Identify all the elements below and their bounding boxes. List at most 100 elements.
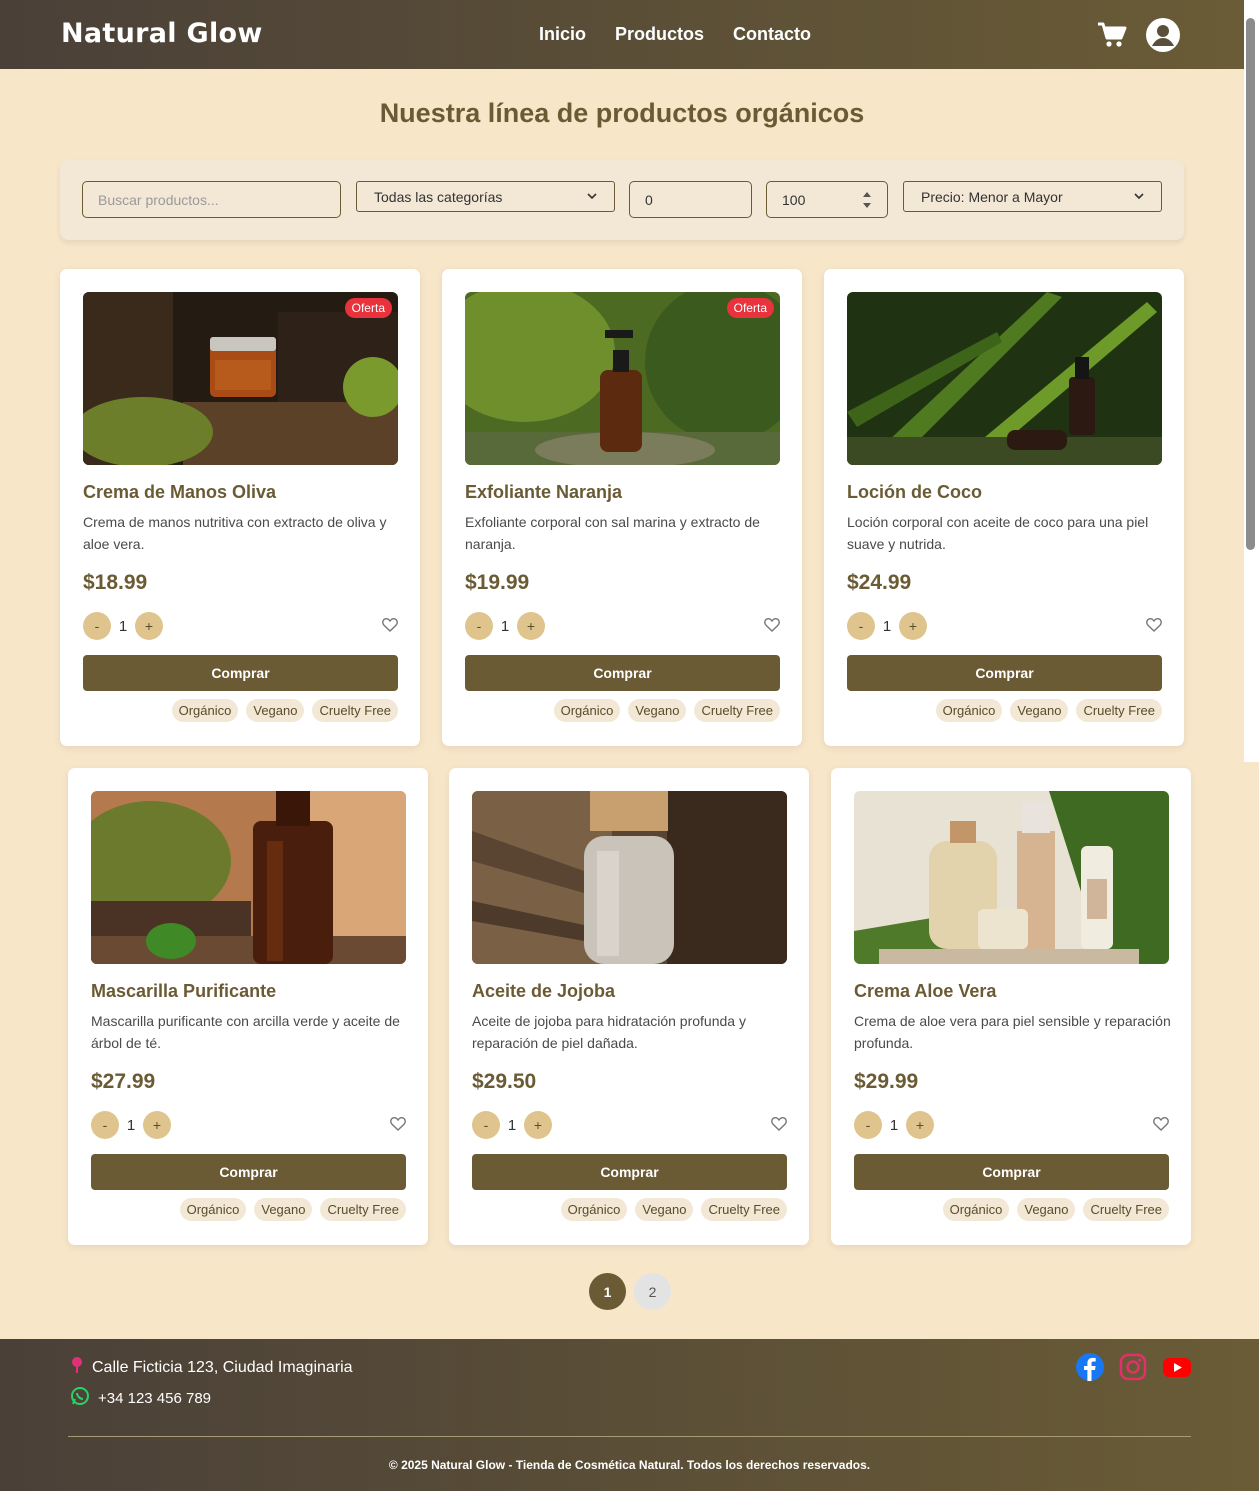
decrease-quantity-button[interactable]: - — [83, 612, 111, 640]
number-spinner-icon[interactable] — [862, 189, 872, 211]
product-image[interactable] — [472, 791, 787, 964]
quantity-stepper: - 1 + — [83, 612, 163, 640]
footer-divider — [68, 1436, 1191, 1437]
cart-icon[interactable] — [1097, 21, 1127, 54]
tag-organico: Orgánico — [179, 1198, 247, 1221]
increase-quantity-button[interactable]: + — [517, 612, 545, 640]
product-tags: Orgánico Vegano Cruelty Free — [935, 699, 1162, 722]
product-price: $27.99 — [91, 1070, 156, 1093]
buy-button[interactable]: Comprar — [83, 655, 398, 691]
buy-button[interactable]: Comprar — [854, 1154, 1169, 1190]
product-name[interactable]: Mascarilla Purificante — [91, 981, 276, 1002]
product-tags: Orgánico Vegano Cruelty Free — [553, 699, 780, 722]
buy-button[interactable]: Comprar — [847, 655, 1162, 691]
product-name[interactable]: Crema de Manos Oliva — [83, 482, 276, 503]
page-scrollbar[interactable] — [1244, 0, 1259, 762]
product-price: $18.99 — [83, 571, 148, 594]
tag-vegano: Vegano — [254, 1198, 313, 1221]
offer-badge: Oferta — [344, 298, 392, 318]
tag-cruelty-free: Cruelty Free — [312, 699, 398, 722]
tag-organico: Orgánico — [942, 1198, 1010, 1221]
product-name[interactable]: Aceite de Jojoba — [472, 981, 615, 1002]
product-description: Mascarilla purificante con arcilla verde… — [91, 1013, 400, 1051]
product-name[interactable]: Exfoliante Naranja — [465, 482, 622, 503]
tag-vegano: Vegano — [1017, 1198, 1076, 1221]
page-button-2[interactable]: 2 — [634, 1273, 671, 1310]
increase-quantity-button[interactable]: + — [524, 1111, 552, 1139]
whatsapp-icon[interactable] — [70, 1386, 90, 1410]
nav-link-inicio[interactable]: Inicio — [539, 24, 586, 45]
quantity-value: 1 — [882, 617, 892, 635]
decrease-quantity-button[interactable]: - — [472, 1111, 500, 1139]
quantity-value: 1 — [118, 617, 128, 635]
product-name[interactable]: Crema Aloe Vera — [854, 981, 996, 1002]
increase-quantity-button[interactable]: + — [143, 1111, 171, 1139]
buy-button[interactable]: Comprar — [465, 655, 780, 691]
decrease-quantity-button[interactable]: - — [854, 1111, 882, 1139]
quantity-stepper: - 1 + — [91, 1111, 171, 1139]
product-price: $19.99 — [465, 571, 530, 594]
instagram-icon[interactable] — [1119, 1353, 1147, 1386]
page-title: Nuestra línea de productos orgánicos — [379, 98, 865, 128]
heart-icon[interactable] — [390, 1116, 406, 1136]
product-price: $24.99 — [847, 571, 912, 594]
min-price-input[interactable]: 0 — [629, 181, 752, 218]
user-icon[interactable] — [1145, 17, 1181, 58]
decrease-quantity-button[interactable]: - — [91, 1111, 119, 1139]
chevron-down-icon — [1134, 193, 1144, 200]
product-card: Mascarilla Purificante Mascarilla purifi… — [68, 768, 428, 1245]
quantity-stepper: - 1 + — [465, 612, 545, 640]
buy-button[interactable]: Comprar — [91, 1154, 406, 1190]
product-card: Aceite de Jojoba Aceite de jojoba para h… — [449, 768, 809, 1245]
tag-vegano: Vegano — [1010, 699, 1069, 722]
product-image[interactable] — [847, 292, 1162, 465]
buy-button[interactable]: Comprar — [472, 1154, 787, 1190]
heart-icon[interactable] — [771, 1116, 787, 1136]
product-price: $29.50 — [472, 1070, 537, 1093]
product-image[interactable]: Oferta — [465, 292, 780, 465]
heart-icon[interactable] — [1153, 1116, 1169, 1136]
pagination: 1 2 — [589, 1273, 671, 1310]
tag-cruelty-free: Cruelty Free — [1076, 699, 1162, 722]
quantity-stepper: - 1 + — [854, 1111, 934, 1139]
max-price-input[interactable]: 100 — [766, 181, 888, 218]
facebook-icon[interactable] — [1076, 1353, 1104, 1386]
heart-icon[interactable] — [382, 617, 398, 637]
decrease-quantity-button[interactable]: - — [847, 612, 875, 640]
nav-link-contacto[interactable]: Contacto — [733, 24, 811, 45]
increase-quantity-button[interactable]: + — [906, 1111, 934, 1139]
heart-icon[interactable] — [764, 617, 780, 637]
quantity-value: 1 — [889, 1116, 899, 1134]
tag-cruelty-free: Cruelty Free — [701, 1198, 787, 1221]
tag-organico: Orgánico — [553, 699, 621, 722]
offer-badge: Oferta — [726, 298, 774, 318]
product-description: Loción corporal con aceite de coco para … — [847, 514, 1149, 552]
product-tags: Orgánico Vegano Cruelty Free — [560, 1198, 787, 1221]
product-name[interactable]: Loción de Coco — [847, 482, 982, 503]
heart-icon[interactable] — [1146, 617, 1162, 637]
product-tags: Orgánico Vegano Cruelty Free — [942, 1198, 1169, 1221]
tag-cruelty-free: Cruelty Free — [320, 1198, 406, 1221]
category-select[interactable]: Todas las categorías — [356, 181, 615, 212]
increase-quantity-button[interactable]: + — [135, 612, 163, 640]
product-image[interactable] — [854, 791, 1169, 964]
scrollbar-thumb[interactable] — [1246, 18, 1255, 550]
tag-vegano: Vegano — [628, 699, 687, 722]
sort-select[interactable]: Precio: Menor a Mayor — [903, 181, 1162, 212]
footer-copyright: © 2025 Natural Glow - Tienda de Cosmétic… — [388, 1458, 871, 1472]
brand-logo[interactable]: Natural Glow — [61, 18, 263, 49]
map-pin-icon — [70, 1356, 84, 1379]
product-price: $29.99 — [854, 1070, 919, 1093]
decrease-quantity-button[interactable]: - — [465, 612, 493, 640]
product-description: Crema de aloe vera para piel sensible y … — [854, 1013, 1171, 1051]
product-image[interactable] — [91, 791, 406, 964]
tag-organico: Orgánico — [935, 699, 1003, 722]
youtube-icon[interactable] — [1162, 1353, 1192, 1386]
increase-quantity-button[interactable]: + — [899, 612, 927, 640]
product-image[interactable]: Oferta — [83, 292, 398, 465]
nav-link-productos[interactable]: Productos — [615, 24, 704, 45]
search-input[interactable]: Buscar productos... — [82, 181, 341, 218]
product-description: Crema de manos nutritiva con extracto de… — [83, 514, 387, 552]
quantity-value: 1 — [500, 617, 510, 635]
page-button-1[interactable]: 1 — [589, 1273, 626, 1310]
